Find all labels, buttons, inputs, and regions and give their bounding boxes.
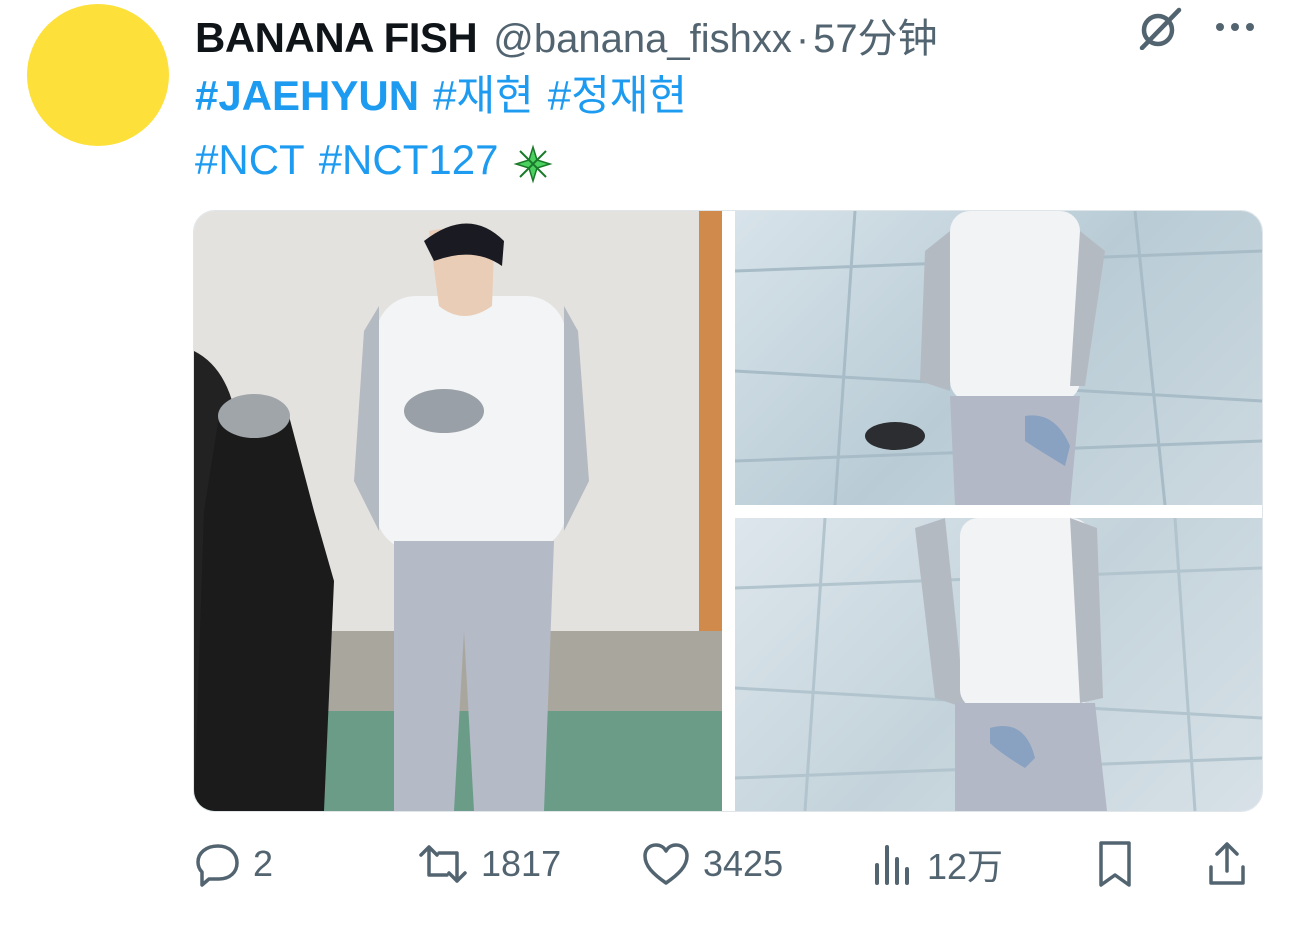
tweet-header: BANANA FISH @banana_fishxx · 57分钟 — [195, 6, 938, 61]
avatar[interactable] — [27, 4, 169, 146]
hashtag-jung-jaehyun[interactable]: #정재현 — [548, 64, 687, 128]
heart-icon — [643, 843, 689, 885]
like-button[interactable]: 3425 — [641, 836, 783, 892]
bookmark-icon — [1099, 841, 1131, 887]
post-time[interactable]: 57分钟 — [813, 6, 938, 64]
retweet-icon — [419, 845, 467, 883]
retweet-button[interactable]: 1817 — [417, 836, 561, 892]
more-options-icon[interactable] — [1212, 10, 1258, 44]
reply-button[interactable]: 2 — [195, 836, 273, 892]
reply-count: 2 — [253, 843, 274, 884]
photo-left[interactable] — [194, 211, 722, 811]
views-count: 12万 — [927, 846, 1004, 887]
hashtag-jaehyun-korean[interactable]: #재현 — [433, 64, 534, 128]
photo-bottom-right[interactable] — [735, 518, 1262, 811]
hashtag-nct127[interactable]: #NCT127 — [319, 128, 499, 192]
hashtag-jaehyun[interactable]: #JAEHYUN — [195, 64, 419, 128]
reply-icon — [196, 844, 239, 887]
share-button[interactable] — [1205, 836, 1249, 892]
views-chart-icon — [875, 845, 909, 885]
separator: · — [795, 17, 810, 61]
share-icon — [1209, 842, 1245, 885]
grok-icon[interactable] — [1135, 6, 1185, 51]
hashtag-line-1: #JAEHYUN #재현 #정재현 — [195, 64, 687, 128]
author-display-name[interactable]: BANANA FISH — [195, 14, 478, 62]
photo-top-right[interactable] — [735, 211, 1262, 505]
media-grid — [193, 210, 1263, 812]
hashtag-line-2: #NCT #NCT127 — [195, 128, 687, 192]
hashtag-nct[interactable]: #NCT — [195, 128, 305, 192]
like-count: 3425 — [703, 843, 784, 884]
action-bar: 2 1817 3425 12万 — [195, 836, 1265, 892]
retweet-count: 1817 — [481, 843, 562, 884]
author-handle[interactable]: @banana_fishxx — [493, 17, 792, 62]
tweet-text: #JAEHYUN #재현 #정재현 #NCT #NCT127 — [195, 64, 687, 192]
views-button[interactable]: 12万 — [871, 836, 1003, 892]
bookmark-button[interactable] — [1093, 836, 1137, 892]
green-sparkle-emoji-icon — [512, 139, 554, 184]
